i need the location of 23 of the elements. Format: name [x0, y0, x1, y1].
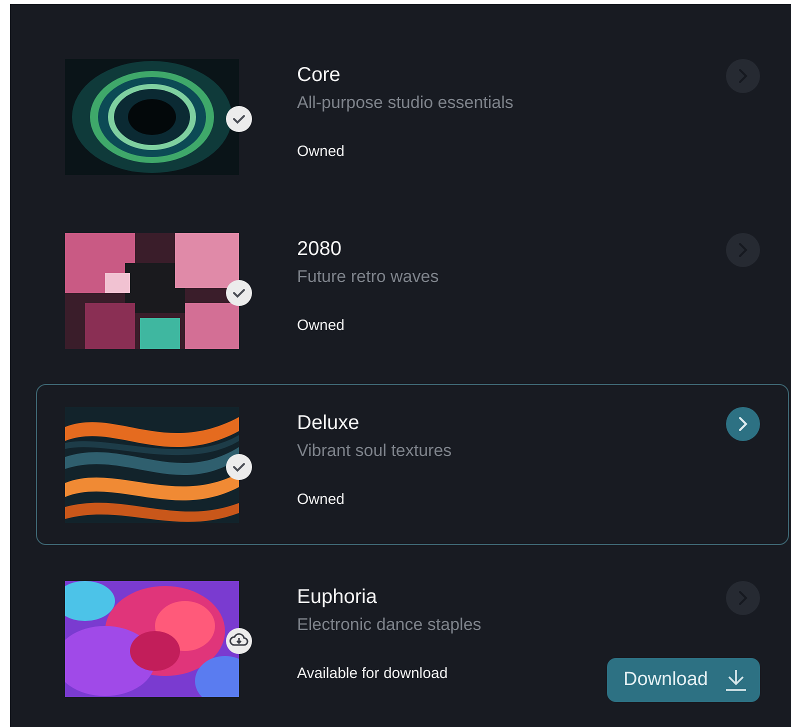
check-icon — [225, 279, 253, 307]
pack-title: Deluxe — [297, 412, 360, 435]
download-icon — [724, 668, 748, 692]
pack-status: Owned — [297, 143, 346, 160]
download-button[interactable]: Download — [606, 658, 760, 702]
pack-description: Vibrant soul textures — [297, 441, 453, 461]
pack-description: Electronic dance staples — [297, 615, 482, 635]
pack-title: Core — [297, 64, 342, 87]
check-icon — [225, 453, 253, 481]
chevron-right-icon[interactable] — [726, 407, 760, 441]
pack-description: Future retro waves — [297, 267, 440, 287]
list-row[interactable]: Euphoria Electronic dance staples Available for download Download — [36, 558, 789, 719]
check-icon — [225, 105, 253, 133]
pack-title: Euphoria — [297, 586, 378, 609]
list-row[interactable]: 2080 Future retro waves Owned — [36, 210, 789, 371]
pack-status: Available for download — [297, 665, 449, 682]
pack-status: Owned — [297, 491, 346, 508]
pack-title: 2080 — [297, 238, 342, 261]
pack-description: All-purpose studio essentials — [297, 93, 514, 113]
cloud-download-icon — [225, 627, 253, 655]
pack-status: Owned — [297, 317, 346, 334]
selected-card[interactable]: Deluxe Vibrant soul textures Owned — [36, 384, 789, 545]
list-row[interactable]: Core All-purpose studio essentials Owned — [36, 36, 789, 197]
